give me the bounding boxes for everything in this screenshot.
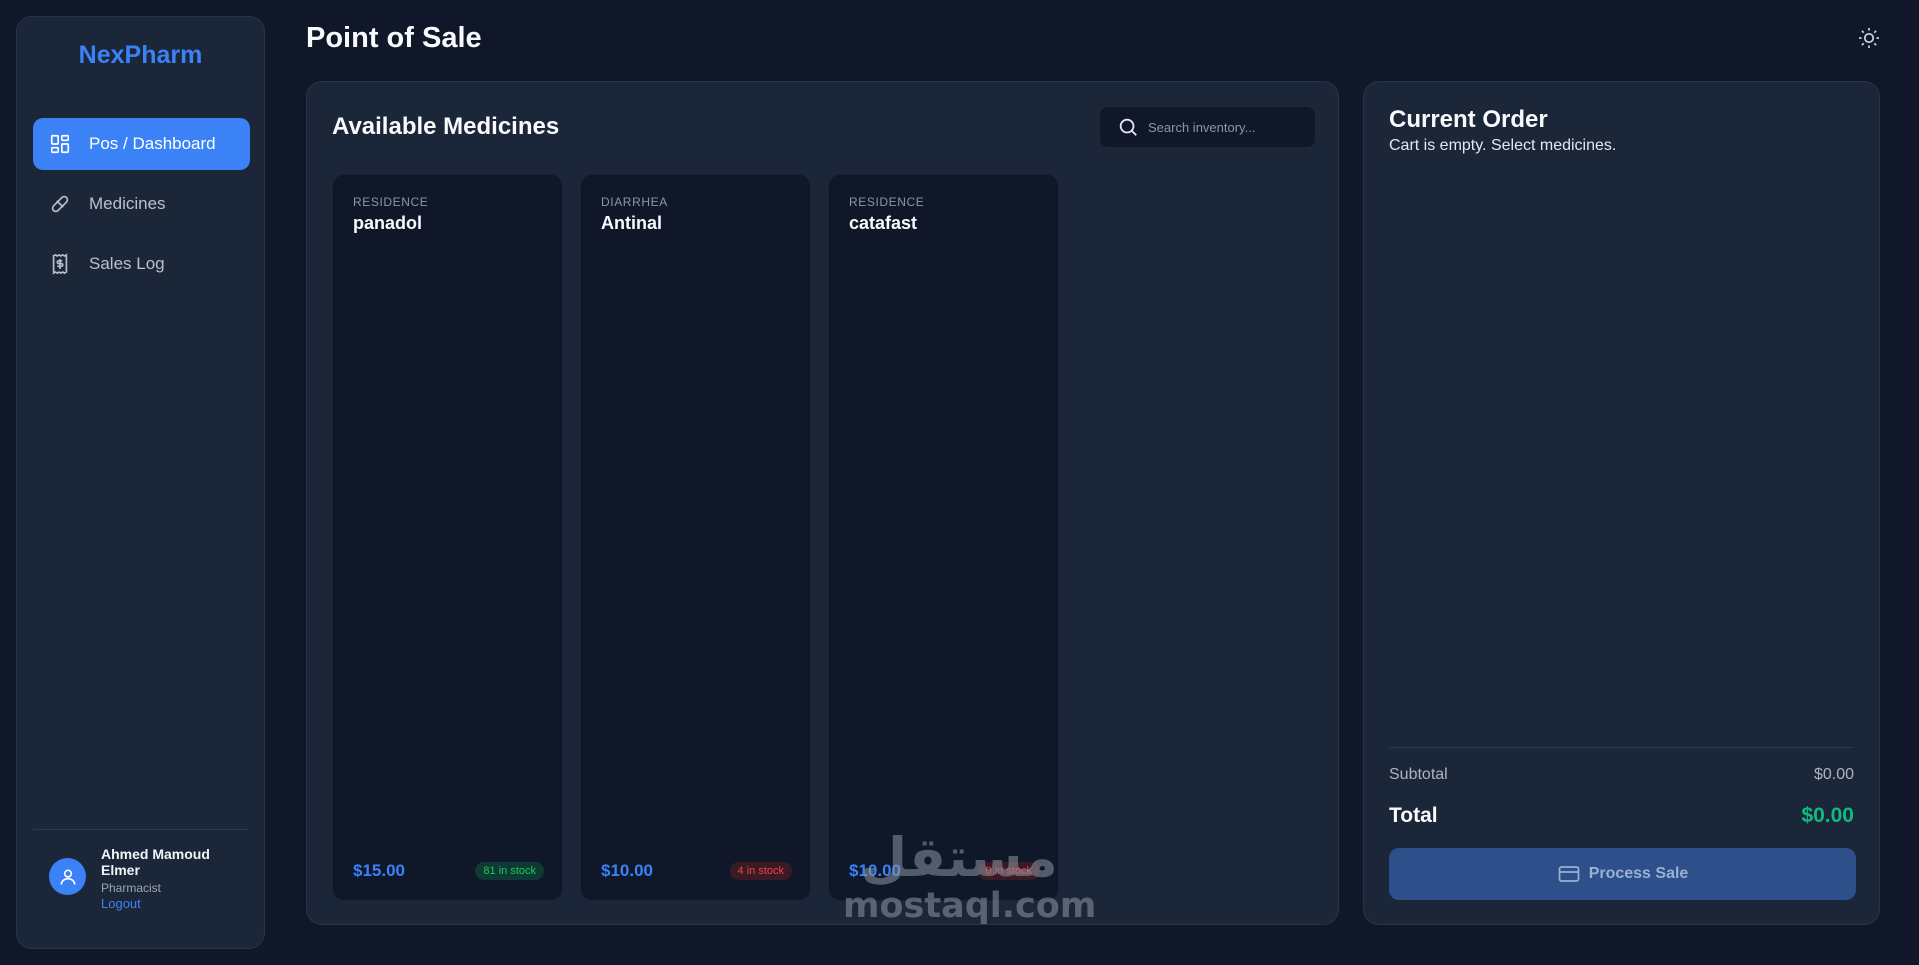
empty-cart-message: Cart is empty. Select medicines. [1389, 137, 1617, 154]
medicine-cards: RESIDENCE panadol $15.00 81 in stock DIA… [332, 174, 1076, 901]
medicine-category: RESIDENCE [353, 195, 429, 209]
sidebar-item-label: Medicines [89, 194, 166, 213]
user-role: Pharmacist [101, 881, 162, 895]
credit-card-icon [1558, 866, 1580, 882]
receipt-dollar-icon [49, 253, 71, 275]
pill-icon [49, 193, 71, 215]
user-profile: Ahmed Mamoud Elmer Pharmacist Logout [49, 846, 221, 911]
dashboard-grid-icon [49, 133, 71, 155]
medicines-panel: Available Medicines RESIDENCE panadol $1… [306, 81, 1339, 925]
stock-badge: 81 in stock [475, 862, 544, 880]
medicine-name: catafast [849, 213, 918, 233]
stock-badge: 4 in stock [729, 862, 792, 880]
subtotal-label: Subtotal [1389, 766, 1448, 783]
search-icon [1119, 118, 1137, 136]
sidebar-divider [33, 829, 248, 830]
page-title: Point of Sale [306, 22, 482, 54]
sidebar-item-label: Sales Log [89, 254, 165, 273]
process-sale-label: Process Sale [1588, 865, 1689, 882]
medicine-card-antinal[interactable]: DIARRHEA Antinal $10.00 4 in stock [580, 174, 811, 901]
medicine-price: $15.00 [353, 861, 405, 880]
user-icon [60, 869, 75, 885]
logout-link[interactable]: Logout [101, 896, 221, 911]
medicine-name: Antinal [601, 213, 662, 233]
available-medicines-title: Available Medicines [332, 113, 560, 140]
user-name: Ahmed Mamoud Elmer [101, 846, 210, 878]
theme-toggle-button[interactable] [1857, 26, 1881, 50]
medicine-card-catafast[interactable]: RESIDENCE catafast $10.00 0 in stock [828, 174, 1059, 901]
search-box[interactable] [1100, 107, 1315, 147]
medicine-card-panadol[interactable]: RESIDENCE panadol $15.00 81 in stock [332, 174, 563, 901]
medicine-price: $10.00 [849, 861, 901, 880]
sidebar-nav: Pos / Dashboard Medicines Sales Log [33, 118, 250, 298]
search-input[interactable] [1148, 119, 1298, 135]
sidebar-item-pos-dashboard[interactable]: Pos / Dashboard [33, 118, 250, 170]
current-order-panel: Current Order Cart is empty. Select medi… [1363, 81, 1880, 925]
sun-icon [1859, 28, 1879, 48]
medicine-name: panadol [353, 213, 423, 233]
sidebar-item-sales-log[interactable]: Sales Log [33, 238, 250, 290]
stock-badge: 0 in stock [977, 862, 1040, 880]
brand-logo[interactable]: NexPharm [17, 41, 264, 70]
sidebar: NexPharm Pos / Dashboard Medicines Sales… [16, 16, 265, 949]
medicine-category: DIARRHEA [601, 195, 668, 209]
sidebar-item-label: Pos / Dashboard [89, 134, 216, 153]
current-order-title: Current Order [1389, 106, 1548, 133]
avatar[interactable] [49, 858, 86, 895]
total-label: Total [1389, 804, 1438, 827]
sidebar-item-medicines[interactable]: Medicines [33, 178, 250, 230]
medicine-category: RESIDENCE [849, 195, 925, 209]
medicine-price: $10.00 [601, 861, 653, 880]
subtotal-value: $0.00 [1813, 766, 1854, 783]
user-info: Ahmed Mamoud Elmer Pharmacist Logout [101, 846, 221, 911]
process-sale-button[interactable]: Process Sale [1389, 848, 1856, 900]
order-divider [1389, 747, 1854, 748]
total-value: $0.00 [1801, 804, 1854, 827]
